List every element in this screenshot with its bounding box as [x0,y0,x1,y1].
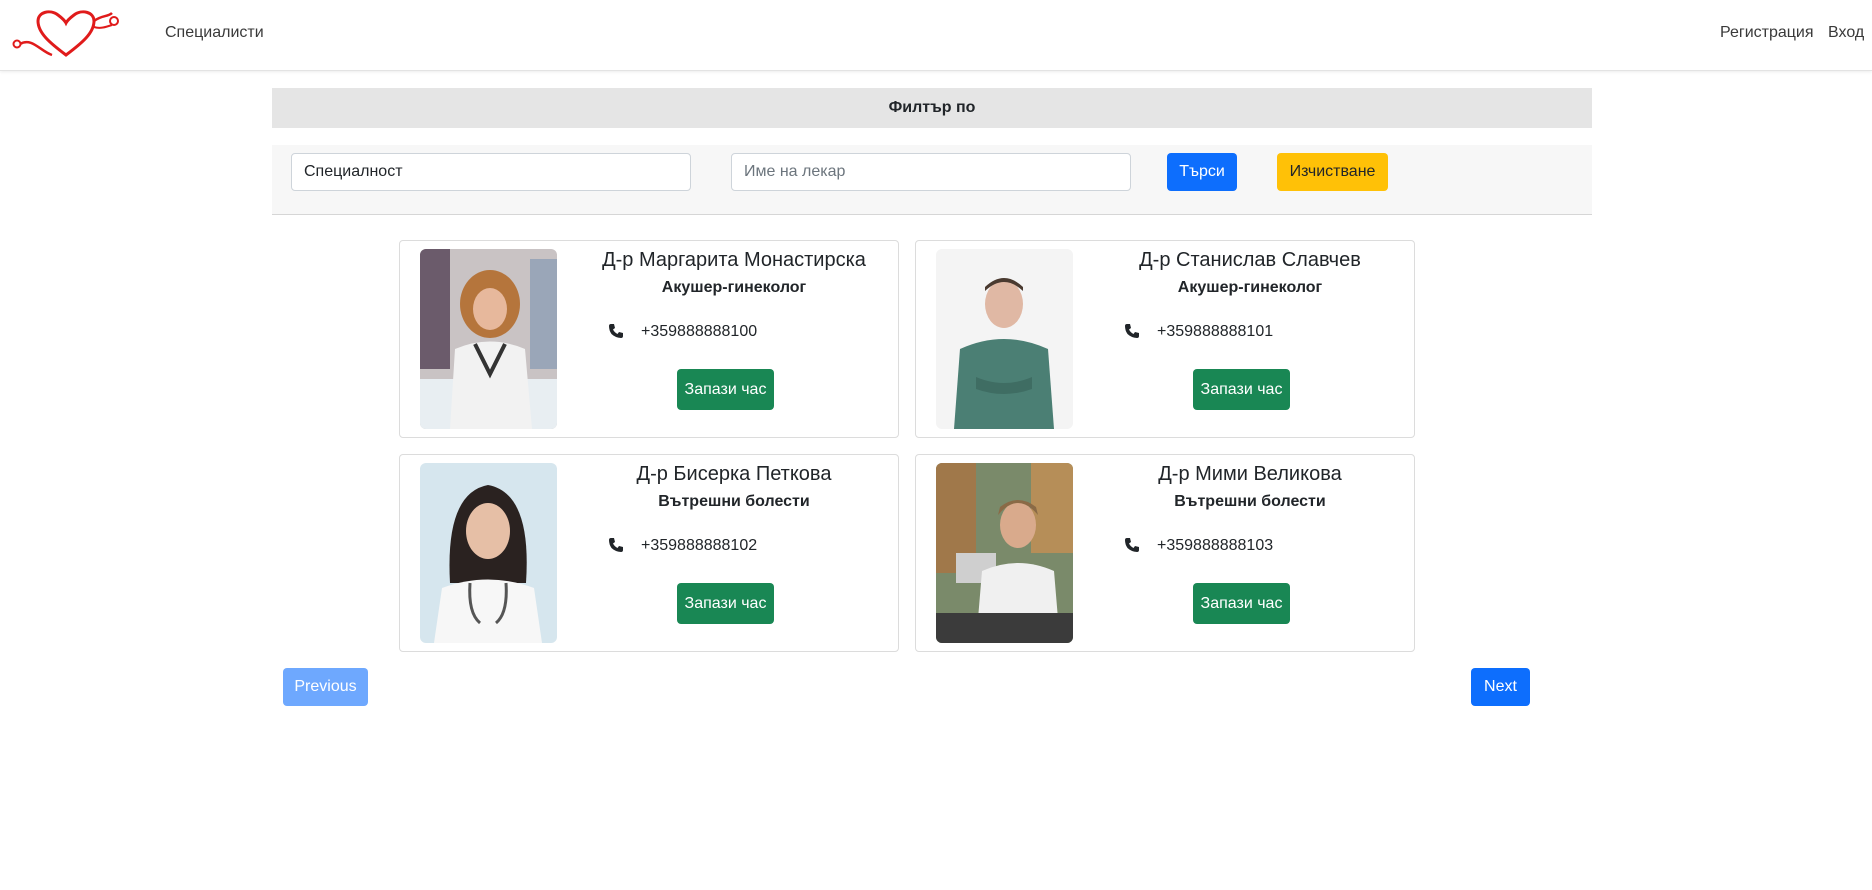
clear-button[interactable]: Изчистване [1277,153,1388,191]
doctor-name: Д-р Мими Великова [1158,463,1342,485]
search-button[interactable]: Търси [1167,153,1237,191]
doctor-phone: +359888888101 [1157,323,1274,340]
phone-icon [1125,538,1139,552]
filter-bar: Специалност Име на лекар Търси Изчистван… [272,145,1592,215]
book-appointment-button[interactable]: Запази час [1193,583,1290,624]
doctor-card: Д-р Маргарита Монастирска Акушер-гинекол… [399,240,899,438]
doctor-photo [420,249,557,429]
doctor-specialty: Вътрешни болести [1174,493,1326,510]
filter-title: Филтър по [272,88,1592,128]
doctor-photo [420,463,557,643]
doctor-phone: +359888888103 [1157,537,1274,554]
top-navbar: Специалисти Регистрация Вход [0,0,1872,71]
doctor-card: Д-р Бисерка Петкова Вътрешни болести +35… [399,454,899,652]
doctor-card: Д-р Станислав Славчев Акушер-гинеколог +… [915,240,1415,438]
nav-login-link[interactable]: Вход [1828,24,1864,42]
phone-icon [609,538,623,552]
nav-specialists-link[interactable]: Специалисти [165,24,264,42]
doctor-name: Д-р Бисерка Петкова [636,463,832,485]
doctor-name: Д-р Маргарита Монастирска [602,249,866,271]
doctor-specialty: Акушер-гинеколог [1177,279,1323,296]
previous-page-button[interactable]: Previous [283,668,368,706]
phone-icon [609,324,623,338]
doctor-name-input[interactable]: Име на лекар [731,153,1131,191]
specialty-select[interactable]: Специалност [291,153,691,191]
doctor-photo [936,249,1073,429]
doctor-specialty: Вътрешни болести [658,493,810,510]
phone-icon [1125,324,1139,338]
doctor-phone: +359888888100 [641,323,758,340]
book-appointment-button[interactable]: Запази час [677,583,774,624]
next-page-button[interactable]: Next [1471,668,1530,706]
book-appointment-button[interactable]: Запази час [677,369,774,410]
doctor-card: Д-р Мими Великова Вътрешни болести +3598… [915,454,1415,652]
book-appointment-button[interactable]: Запази час [1193,369,1290,410]
doctor-name: Д-р Станислав Славчев [1139,249,1361,271]
doctor-phone: +359888888102 [641,537,758,554]
nav-register-link[interactable]: Регистрация [1720,24,1814,42]
heart-stethoscope-icon[interactable] [10,7,122,59]
doctor-photo [936,463,1073,643]
doctor-specialty: Акушер-гинеколог [661,279,807,296]
